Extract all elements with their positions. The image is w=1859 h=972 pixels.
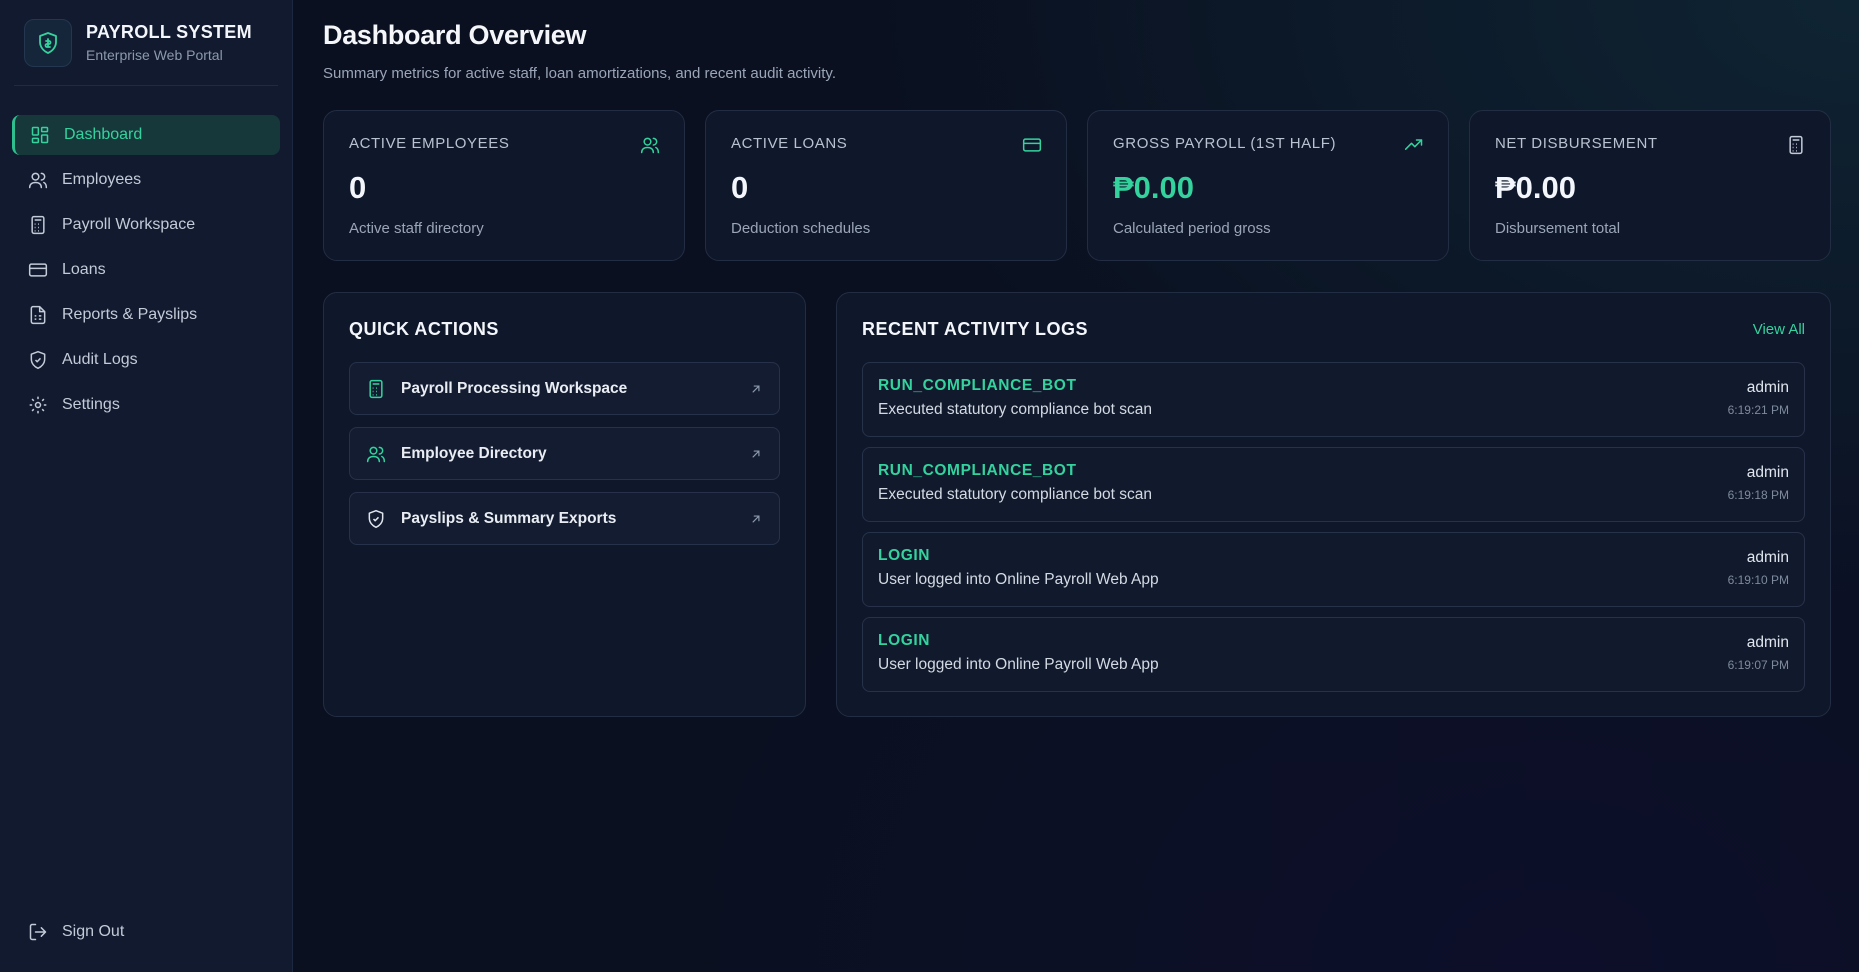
stat-value: ₱0.00 <box>1495 170 1577 205</box>
gear-icon <box>29 396 47 414</box>
app: PAYROLL SYSTEM Enterprise Web Portal Das… <box>0 0 1859 972</box>
log-description: Executed statutory compliance bot scan <box>878 401 1152 418</box>
log-item: LOGIN User logged into Online Payroll We… <box>862 532 1805 607</box>
arrow-up-right-icon <box>752 515 760 522</box>
shield-logo-icon <box>24 18 72 67</box>
log-time: 6:19:21 PM <box>1727 403 1789 417</box>
stat-label: ACTIVE LOANS <box>731 135 848 152</box>
sidebar-item-label: Dashboard <box>64 126 143 143</box>
log-item: RUN_COMPLIANCE_BOT Executed statutory co… <box>862 362 1805 437</box>
sidebar-item-loans[interactable]: Loans <box>12 250 280 290</box>
quick-action-label: Payroll Processing Workspace <box>401 379 628 397</box>
log-user: admin <box>1746 379 1789 396</box>
sidebar: PAYROLL SYSTEM Enterprise Web Portal Das… <box>0 0 293 972</box>
log-action: LOGIN <box>878 547 931 564</box>
brand-title: PAYROLL SYSTEM <box>86 22 252 42</box>
users-icon <box>366 446 386 462</box>
log-user: admin <box>1746 464 1789 481</box>
page-subtitle: Summary metrics for active staff, loan a… <box>323 65 836 82</box>
shield-icon <box>368 509 384 528</box>
stat-value: 0 <box>731 170 749 205</box>
report-icon <box>30 305 46 325</box>
users-icon <box>640 137 660 154</box>
panels: QUICK ACTIONS Payroll Processing Workspa… <box>323 292 1831 717</box>
stat-card-net-disbursement: NET DISBURSEMENT ₱0.00 Disbursement tota… <box>1469 110 1831 261</box>
trend-up-icon <box>1404 139 1423 150</box>
stat-description: Active staff directory <box>349 220 484 237</box>
stat-description: Deduction schedules <box>731 220 871 237</box>
view-all-link[interactable]: View All <box>1753 321 1805 338</box>
stat-description: Calculated period gross <box>1113 220 1271 237</box>
log-action: RUN_COMPLIANCE_BOT <box>878 377 1077 394</box>
page-title: Dashboard Overview <box>323 20 587 50</box>
log-time: 6:19:18 PM <box>1727 488 1789 502</box>
calculator-icon <box>1789 135 1803 155</box>
sidebar-item-label: Reports & Payslips <box>62 306 198 323</box>
users-icon <box>28 172 48 189</box>
shield-icon <box>30 350 46 370</box>
quick-action-payroll-workspace[interactable]: Payroll Processing Workspace <box>349 362 780 415</box>
quick-action-label: Employee Directory <box>401 444 547 462</box>
main-content: Dashboard Overview Summary metrics for a… <box>293 0 1859 972</box>
activity-logs-title: RECENT ACTIVITY LOGS <box>862 319 1089 339</box>
arrow-up-right-icon <box>752 450 760 457</box>
sidebar-item-label: Settings <box>62 396 120 413</box>
sidebar-nav: Dashboard Employees Payroll Workspace Lo… <box>12 115 280 425</box>
quick-actions-list: Payroll Processing Workspace Employee Di… <box>349 362 780 545</box>
activity-log-list: RUN_COMPLIANCE_BOT Executed statutory co… <box>862 362 1805 692</box>
log-user: admin <box>1746 549 1789 566</box>
log-item: LOGIN User logged into Online Payroll We… <box>862 617 1805 692</box>
quick-action-employee-directory[interactable]: Employee Directory <box>349 427 780 480</box>
stat-label: ACTIVE EMPLOYEES <box>349 135 510 152</box>
sidebar-item-label: Audit Logs <box>62 351 138 368</box>
stat-description: Disbursement total <box>1495 220 1621 237</box>
brand: PAYROLL SYSTEM Enterprise Web Portal <box>14 0 278 86</box>
quick-action-payslips-exports[interactable]: Payslips & Summary Exports <box>349 492 780 545</box>
grid-icon <box>31 126 49 144</box>
card-icon <box>1022 138 1042 152</box>
stat-label: NET DISBURSEMENT <box>1495 135 1658 152</box>
card-icon <box>28 263 48 277</box>
logout-icon <box>29 923 47 941</box>
log-time: 6:19:07 PM <box>1727 658 1789 672</box>
log-action: LOGIN <box>878 632 931 649</box>
log-description: User logged into Online Payroll Web App <box>878 571 1159 588</box>
stat-card-active-loans: ACTIVE LOANS 0 Deduction schedules <box>705 110 1067 261</box>
sidebar-item-label: Payroll Workspace <box>62 216 196 233</box>
sidebar-item-reports[interactable]: Reports & Payslips <box>12 295 280 335</box>
stat-card-gross-payroll: GROSS PAYROLL (1ST HALF) ₱0.00 Calculate… <box>1087 110 1449 261</box>
stat-card-active-employees: ACTIVE EMPLOYEES 0 Active staff director… <box>323 110 685 261</box>
arrow-up-right-icon <box>752 385 760 392</box>
stat-label: GROSS PAYROLL (1ST HALF) <box>1113 135 1337 152</box>
stat-value: ₱0.00 <box>1113 170 1195 205</box>
log-description: Executed statutory compliance bot scan <box>878 486 1152 503</box>
quick-actions-title: QUICK ACTIONS <box>349 319 499 339</box>
stat-cards: ACTIVE EMPLOYEES 0 Active staff director… <box>323 110 1831 261</box>
brand-subtitle: Enterprise Web Portal <box>86 47 223 63</box>
sign-out-label: Sign Out <box>62 923 125 940</box>
sidebar-item-audit-logs[interactable]: Audit Logs <box>12 340 280 380</box>
activity-logs-panel: RECENT ACTIVITY LOGS View All RUN_COMPLI… <box>836 292 1831 717</box>
calculator-icon <box>369 379 383 398</box>
sidebar-item-dashboard[interactable]: Dashboard <box>12 115 280 155</box>
log-user: admin <box>1746 634 1789 651</box>
sidebar-item-employees[interactable]: Employees <box>12 160 280 200</box>
sidebar-item-label: Employees <box>62 171 142 188</box>
log-description: User logged into Online Payroll Web App <box>878 656 1159 673</box>
sidebar-item-label: Loans <box>62 261 106 278</box>
stat-value: 0 <box>349 170 367 205</box>
log-action: RUN_COMPLIANCE_BOT <box>878 462 1077 479</box>
log-item: RUN_COMPLIANCE_BOT Executed statutory co… <box>862 447 1805 522</box>
sidebar-item-settings[interactable]: Settings <box>12 385 280 425</box>
sign-out-button[interactable]: Sign Out <box>12 912 140 952</box>
quick-actions-panel: QUICK ACTIONS Payroll Processing Workspa… <box>323 292 806 717</box>
sidebar-item-payroll-workspace[interactable]: Payroll Workspace <box>12 205 280 245</box>
calculator-icon <box>31 215 45 235</box>
quick-action-label: Payslips & Summary Exports <box>401 509 617 527</box>
log-time: 6:19:10 PM <box>1727 573 1789 587</box>
